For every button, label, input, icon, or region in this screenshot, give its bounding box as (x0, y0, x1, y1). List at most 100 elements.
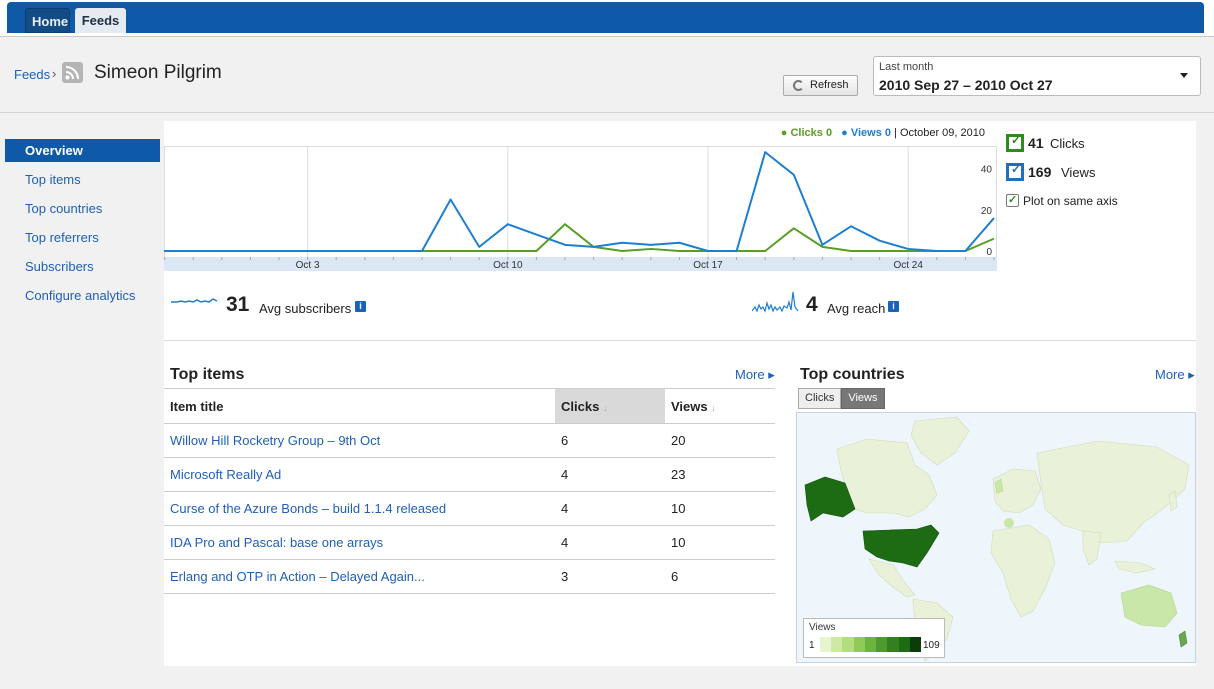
column-header-views-label: Views (671, 398, 708, 414)
item-title-link[interactable]: Curse of the Azure Bonds – build 1.1.4 r… (170, 501, 446, 516)
top-navigation-bar: Home Feeds (0, 0, 1214, 36)
table-row: Microsoft Really Ad 4 23 (164, 457, 775, 492)
column-header-clicks-label: Clicks (561, 398, 600, 414)
item-title-link[interactable]: IDA Pro and Pascal: base one arrays (170, 535, 383, 550)
chevron-down-icon (1180, 73, 1188, 78)
x-tick-label: Oct 3 (296, 260, 320, 271)
item-title-link[interactable]: Microsoft Really Ad (170, 467, 281, 482)
series-row-views: ✓ 169 Views (1006, 160, 1196, 189)
toggle-clicks-button[interactable]: Clicks (798, 388, 842, 409)
item-clicks: 4 (555, 525, 665, 560)
sidebar-item-top-countries[interactable]: Top countries (5, 197, 160, 226)
breadcrumb-separator: › (52, 66, 57, 81)
x-tick-label: Oct 24 (893, 260, 923, 271)
views-checkbox[interactable]: ✓ (1006, 162, 1024, 181)
tab-home[interactable]: Home (25, 8, 70, 33)
subscribers-value: 31 (226, 293, 250, 316)
refresh-icon (793, 80, 804, 91)
top-countries-title: Top countries (800, 366, 905, 383)
stats-row: 31 Avg subscribers i 4 Avg reach i (164, 281, 1196, 341)
item-clicks: 4 (555, 491, 665, 526)
sidebar-item-subscribers[interactable]: Subscribers (5, 255, 160, 284)
item-views: 10 (665, 525, 775, 560)
chart-x-axis-band (164, 257, 997, 271)
info-icon[interactable]: i (888, 301, 899, 312)
item-views: 6 (665, 559, 775, 594)
map-color-scale: Views 1 109 (803, 618, 945, 658)
top-items-title: Top items (170, 366, 245, 383)
item-views: 20 (665, 423, 775, 458)
clicks-label: Clicks (1050, 136, 1085, 151)
clicks-total: 41 (1028, 135, 1044, 151)
table-row: IDA Pro and Pascal: base one arrays 4 10 (164, 525, 775, 560)
refresh-button[interactable]: Refresh (783, 75, 858, 96)
chart-legend: ● Clicks 0 ● Views 0 | October 09, 2010 (781, 127, 985, 139)
page-header: Feeds › Simeon Pilgrim Refresh Last mont… (0, 37, 1214, 113)
info-icon[interactable]: i (355, 301, 366, 312)
sort-arrow-icon: ↓ (711, 402, 716, 413)
scale-gradient (820, 637, 921, 652)
top-items-more-link[interactable]: More ▸ (735, 367, 775, 383)
x-tick-label: Oct 17 (693, 260, 723, 271)
line-chart-svg: Oct 3 Oct 10 Oct 17 Oct 24 0 20 40 (164, 146, 997, 271)
rss-feed-icon (62, 62, 83, 83)
series-row-clicks: ✓ 41 Clicks (1006, 131, 1196, 160)
top-bar-background (7, 2, 1204, 33)
item-clicks: 6 (555, 423, 665, 458)
reach-label: Avg reach (827, 301, 886, 316)
clicks-checkbox[interactable]: ✓ (1006, 133, 1024, 152)
sidebar-item-top-items[interactable]: Top items (5, 168, 160, 197)
y-tick-label: 0 (986, 247, 992, 258)
reach-sparkline (752, 291, 799, 313)
column-header-views[interactable]: Views ↓ (665, 388, 775, 424)
table-row: Erlang and OTP in Action – Delayed Again… (164, 559, 775, 594)
top-countries-section: Top countries More ▸ Clicks Views Views … (794, 366, 1196, 666)
y-tick-label: 40 (981, 165, 993, 176)
main-content: Oct 3 Oct 10 Oct 17 Oct 24 0 20 40 ● Clicks 0 … (164, 121, 1196, 666)
sidebar-item-overview[interactable]: Overview (5, 139, 160, 162)
sidebar-item-configure-analytics[interactable]: Configure analytics (5, 284, 160, 313)
top-countries-more-link[interactable]: More ▸ (1155, 367, 1195, 383)
date-range-label: Last month (879, 61, 934, 73)
refresh-button-label: Refresh (810, 79, 849, 91)
top-items-table: Item title Clicks ↓ Views ↓ Willow Hill … (164, 388, 775, 594)
item-clicks: 4 (555, 457, 665, 492)
column-header-clicks[interactable]: Clicks ↓ (555, 388, 665, 424)
item-views: 10 (665, 491, 775, 526)
toggle-views-button[interactable]: Views (841, 388, 885, 409)
y-tick-label: 20 (981, 206, 993, 217)
item-title-link[interactable]: Willow Hill Rocketry Group – 9th Oct (170, 433, 380, 448)
series-panel: ✓ 41 Clicks ✓ 169 Views ✓ Plot on same a… (1006, 131, 1196, 217)
same-axis-checkbox[interactable]: ✓ (1006, 194, 1019, 207)
subscribers-sparkline (171, 298, 218, 303)
legend-views: ● Views 0 (841, 127, 892, 139)
breadcrumb-feeds-link[interactable]: Feeds (14, 67, 50, 82)
legend-clicks: ● Clicks 0 (780, 127, 833, 139)
reach-value: 4 (806, 293, 818, 316)
sidebar-navigation: Overview Top items Top countries Top ref… (5, 139, 160, 313)
item-clicks: 3 (555, 559, 665, 594)
sort-arrow-icon: ↓ (602, 402, 608, 413)
date-range-selector[interactable]: Last month 2010 Sep 27 – 2010 Oct 27 (873, 56, 1201, 96)
table-row: Willow Hill Rocketry Group – 9th Oct 6 2… (164, 423, 775, 458)
subscribers-label: Avg subscribers (259, 301, 352, 316)
scale-title: Views (809, 622, 836, 633)
views-total: 169 (1028, 164, 1052, 180)
x-tick-label: Oct 10 (493, 260, 523, 271)
tab-feeds[interactable]: Feeds (75, 8, 126, 33)
table-header-row: Item title Clicks ↓ Views ↓ (164, 388, 775, 424)
page-body: Feeds › Simeon Pilgrim Refresh Last mont… (0, 36, 1214, 689)
item-title-link[interactable]: Erlang and OTP in Action – Delayed Again… (170, 569, 425, 584)
world-map[interactable]: Views 1 109 (796, 412, 1196, 663)
sidebar-item-top-referrers[interactable]: Top referrers (5, 226, 160, 255)
page-title: Simeon Pilgrim (94, 62, 222, 83)
column-header-item-title[interactable]: Item title (164, 388, 555, 424)
map-metric-toggle: Clicks Views (798, 388, 885, 409)
plot-same-axis-option[interactable]: ✓ Plot on same axis (1006, 193, 1196, 217)
line-chart[interactable]: Oct 3 Oct 10 Oct 17 Oct 24 0 20 40 ● Clicks 0 … (164, 121, 997, 271)
views-label: Views (1061, 165, 1096, 180)
legend-date: | October 09, 2010 (894, 127, 985, 139)
date-range-value: 2010 Sep 27 – 2010 Oct 27 (879, 77, 1053, 93)
same-axis-label: Plot on same axis (1023, 194, 1118, 208)
scale-max: 109 (923, 640, 940, 651)
